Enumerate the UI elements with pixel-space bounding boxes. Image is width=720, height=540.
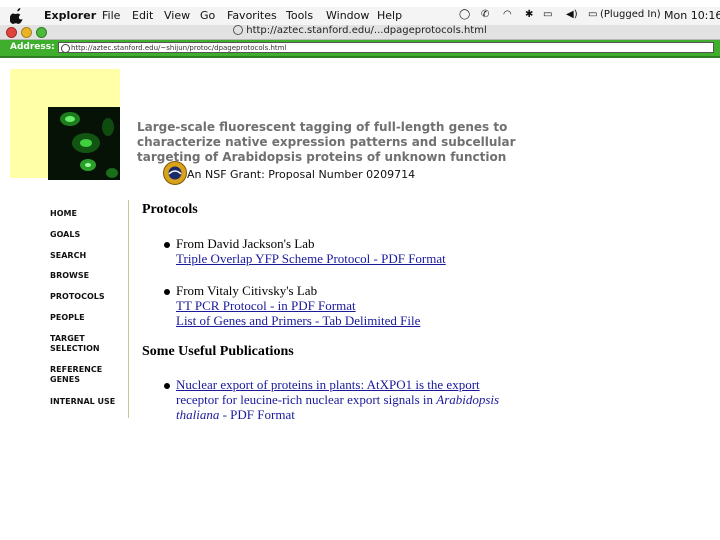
volume-icon[interactable]: ◀) xyxy=(566,9,578,20)
nav-goals[interactable]: GOALS xyxy=(50,230,120,240)
menu-view[interactable]: View xyxy=(164,9,190,22)
page-globe-icon xyxy=(61,44,70,52)
battery-icon[interactable]: ▭ xyxy=(588,9,597,20)
sidebar-divider xyxy=(128,200,129,418)
window-title: http://aztec.stanford.edu/...dpageprotoc… xyxy=(0,25,720,36)
address-label: Address: xyxy=(10,42,55,52)
menu-edit[interactable]: Edit xyxy=(132,9,153,22)
fluorescent-cell-image xyxy=(48,107,120,180)
publication-line-2-text: receptor for leucine-rich nuclear export… xyxy=(176,392,437,407)
lab1-protocol-link[interactable]: Triple Overlap YFP Scheme Protocol - PDF… xyxy=(176,251,446,267)
publication-format: - PDF Format xyxy=(219,407,295,422)
apple-menu-icon[interactable] xyxy=(10,8,24,24)
publication-italic-species: thaliana xyxy=(176,407,220,422)
nav-reference-genes[interactable]: REFERENCE GENES xyxy=(50,365,120,385)
nav-people[interactable]: PEOPLE xyxy=(50,313,120,323)
protocols-heading: Protocols xyxy=(142,202,198,217)
menu-app-name[interactable]: Explorer xyxy=(44,9,96,22)
bullet-marker xyxy=(164,289,170,295)
lab2-label: From Vitaly Citivsky's Lab xyxy=(176,283,318,298)
wifi-icon[interactable]: ◠ xyxy=(503,9,512,20)
nav-protocols[interactable]: PROTOCOLS xyxy=(50,292,120,302)
window-title-bar: http://aztec.stanford.edu/...dpageprotoc… xyxy=(0,25,720,40)
page-headline: Large-scale fluorescent tagging of full-… xyxy=(137,120,516,164)
publication-line-2[interactable]: receptor for leucine-rich nuclear export… xyxy=(176,392,499,408)
menu-go[interactable]: Go xyxy=(200,9,215,22)
bullet-marker xyxy=(164,383,170,389)
nsf-logo[interactable] xyxy=(163,161,187,185)
menu-help[interactable]: Help xyxy=(377,9,402,22)
sync-icon[interactable]: ◯ xyxy=(459,9,470,20)
nav-search[interactable]: SEARCH xyxy=(50,251,120,261)
globe-icon xyxy=(233,25,244,35)
nav-internal-use[interactable]: INTERNAL USE xyxy=(50,397,120,407)
nav-browse[interactable]: BROWSE xyxy=(50,271,120,281)
nsf-logo-graphic xyxy=(165,163,185,183)
menu-tools[interactable]: Tools xyxy=(286,9,313,22)
publication-link[interactable]: Nuclear export of proteins in plants: At… xyxy=(176,377,480,393)
publication-italic-genus: Arabidopsis xyxy=(436,392,500,407)
lab2-genes-primers-link[interactable]: List of Genes and Primers - Tab Delimite… xyxy=(176,313,420,329)
lab1-label: From David Jackson's Lab xyxy=(176,236,315,251)
menu-bar: Explorer File Edit View Go Favorites Too… xyxy=(0,7,720,26)
address-url: http://aztec.stanford.edu/~shijun/protoc… xyxy=(71,44,287,52)
nav-home[interactable]: HOME xyxy=(50,209,120,219)
bullet-marker xyxy=(164,242,170,248)
nav-target-selection[interactable]: TARGET SELECTION xyxy=(50,334,120,354)
battery-status: (Plugged In) xyxy=(600,9,661,20)
bluetooth-icon[interactable]: ✱ xyxy=(525,9,533,20)
address-bar: Address: http://aztec.stanford.edu/~shij… xyxy=(0,40,720,58)
grant-text: An NSF Grant: Proposal Number 0209714 xyxy=(187,168,416,181)
window-title-text: http://aztec.stanford.edu/...dpageprotoc… xyxy=(246,25,487,36)
menu-favorites[interactable]: Favorites xyxy=(227,9,277,22)
fluorescent-cell-graphic xyxy=(48,107,120,180)
address-input[interactable]: http://aztec.stanford.edu/~shijun/protoc… xyxy=(58,42,714,53)
publications-heading: Some Useful Publications xyxy=(142,344,294,359)
menu-clock[interactable]: Mon 10:16 xyxy=(664,9,720,22)
menu-file[interactable]: File xyxy=(102,9,120,22)
phone-icon[interactable]: ✆ xyxy=(481,9,489,20)
lab2-pcr-protocol-link[interactable]: TT PCR Protocol - in PDF Format xyxy=(176,298,356,314)
publication-line-3[interactable]: thaliana - PDF Format xyxy=(176,407,295,423)
display-icon[interactable]: ▭ xyxy=(543,9,552,20)
menu-window[interactable]: Window xyxy=(326,9,369,22)
